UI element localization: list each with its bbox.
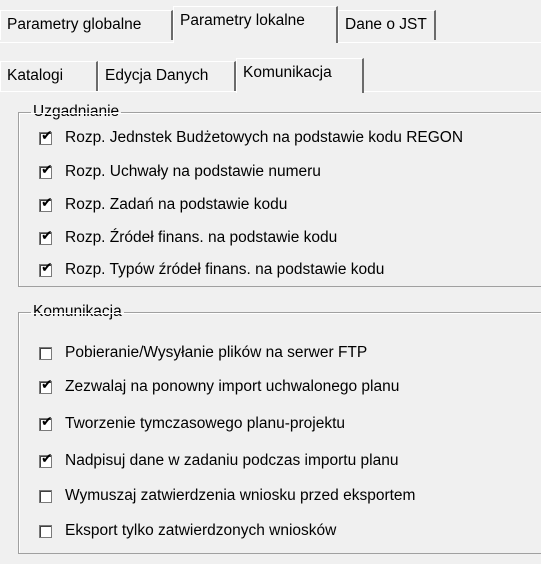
checkbox-item[interactable]: ✔ Rozp. Typów źródeł finans. na podstawi… — [39, 259, 384, 281]
checkbox-label: Tworzenie tymczasowego planu-projektu — [65, 415, 345, 432]
group-title: Komunikacja — [31, 303, 124, 321]
komunikacja-group: Komunikacja Pobieranie/Wysyłanie plików … — [18, 303, 541, 554]
checkmark-icon: ✔ — [41, 194, 53, 211]
checkbox[interactable]: ✔ — [39, 194, 53, 212]
checkbox[interactable]: ✔ — [39, 259, 53, 277]
checkbox-item[interactable]: ✔ Rozp. Uchwały na podstawie numeru — [39, 161, 321, 183]
checkmark-icon: ✔ — [41, 450, 53, 467]
group-title: Uzgadnianie — [31, 103, 122, 121]
tab-label: Katalogi — [7, 67, 64, 84]
tab-label: Dane o JST — [345, 16, 427, 33]
checkbox-label: Eksport tylko zatwierdzonych wniosków — [65, 522, 337, 539]
tab-parametry-lokalne[interactable]: Parametry lokalne — [173, 6, 338, 43]
checkbox-label: Nadpisuj dane w zadaniu podczas importu … — [65, 452, 399, 469]
tab-edycja-danych[interactable]: Edycja Danych — [98, 61, 236, 91]
checkbox-label: Wymuszaj zatwierdzenia wniosku przed eks… — [65, 487, 416, 504]
checkbox[interactable]: ✔ — [39, 376, 53, 394]
tab-label: Edycja Danych — [105, 67, 209, 84]
checkmark-icon: ✔ — [41, 127, 53, 144]
checkbox[interactable]: ✔ — [39, 413, 53, 431]
checkbox[interactable]: ✔ — [39, 227, 53, 245]
checkmark-icon: ✔ — [41, 376, 53, 393]
checkmark-icon: ✔ — [41, 259, 53, 276]
checkbox-item[interactable]: Pobieranie/Wysyłanie plików na serwer FT… — [39, 342, 367, 364]
top-tab-strip: Parametry globalne Parametry lokalne Dan… — [0, 0, 541, 45]
checkbox[interactable] — [39, 346, 52, 360]
tab-parametry-globalne[interactable]: Parametry globalne — [0, 10, 173, 40]
tab-komunikacja[interactable]: Komunikacja — [236, 58, 364, 93]
uzgadnianie-group: Uzgadnianie ✔ Rozp. Jednstek Budżetowych… — [18, 103, 541, 287]
checkmark-icon: ✔ — [41, 413, 53, 430]
checkbox-label: Pobieranie/Wysyłanie plików na serwer FT… — [65, 344, 368, 361]
tab-katalogi[interactable]: Katalogi — [0, 61, 98, 91]
checkbox-item[interactable]: ✔ Zezwalaj na ponowny import uchwalonego… — [39, 376, 399, 398]
tab-label: Parametry globalne — [7, 16, 142, 33]
checkbox[interactable]: ✔ — [39, 161, 53, 179]
checkbox-label: Rozp. Zadań na podstawie kodu — [65, 196, 288, 213]
checkbox[interactable] — [39, 524, 52, 538]
checkbox-label: Rozp. Jednstek Budżetowych na podstawie … — [65, 129, 464, 146]
checkbox-label: Zezwalaj na ponowny import uchwalonego p… — [65, 378, 400, 395]
checkbox-item[interactable]: ✔ Rozp. Jednstek Budżetowych na podstawi… — [39, 127, 463, 149]
checkbox-item[interactable]: ✔ Rozp. Źródeł finans. na podstawie kodu — [39, 227, 337, 249]
checkbox-item[interactable]: Wymuszaj zatwierdzenia wniosku przed eks… — [39, 485, 415, 507]
checkbox-label: Rozp. Uchwały na podstawie numeru — [65, 163, 321, 180]
checkbox-label: Rozp. Źródeł finans. na podstawie kodu — [65, 229, 338, 246]
checkbox-item[interactable]: Eksport tylko zatwierdzonych wniosków — [39, 520, 336, 542]
tab-label: Parametry lokalne — [180, 12, 305, 29]
checkmark-icon: ✔ — [41, 161, 53, 178]
checkbox-label: Rozp. Typów źródeł finans. na podstawie … — [65, 261, 385, 278]
checkbox[interactable]: ✔ — [39, 450, 53, 468]
checkbox[interactable]: ✔ — [39, 127, 53, 145]
checkbox-item[interactable]: ✔ Rozp. Zadań na podstawie kodu — [39, 194, 287, 216]
tab-dane-o-jst[interactable]: Dane o JST — [338, 10, 436, 40]
checkbox-item[interactable]: ✔ Nadpisuj dane w zadaniu podczas import… — [39, 450, 398, 472]
checkbox-item[interactable]: ✔ Tworzenie tymczasowego planu-projektu — [39, 413, 345, 435]
checkmark-icon: ✔ — [41, 227, 53, 244]
tab-label: Komunikacja — [243, 64, 332, 81]
checkbox[interactable] — [39, 489, 52, 503]
